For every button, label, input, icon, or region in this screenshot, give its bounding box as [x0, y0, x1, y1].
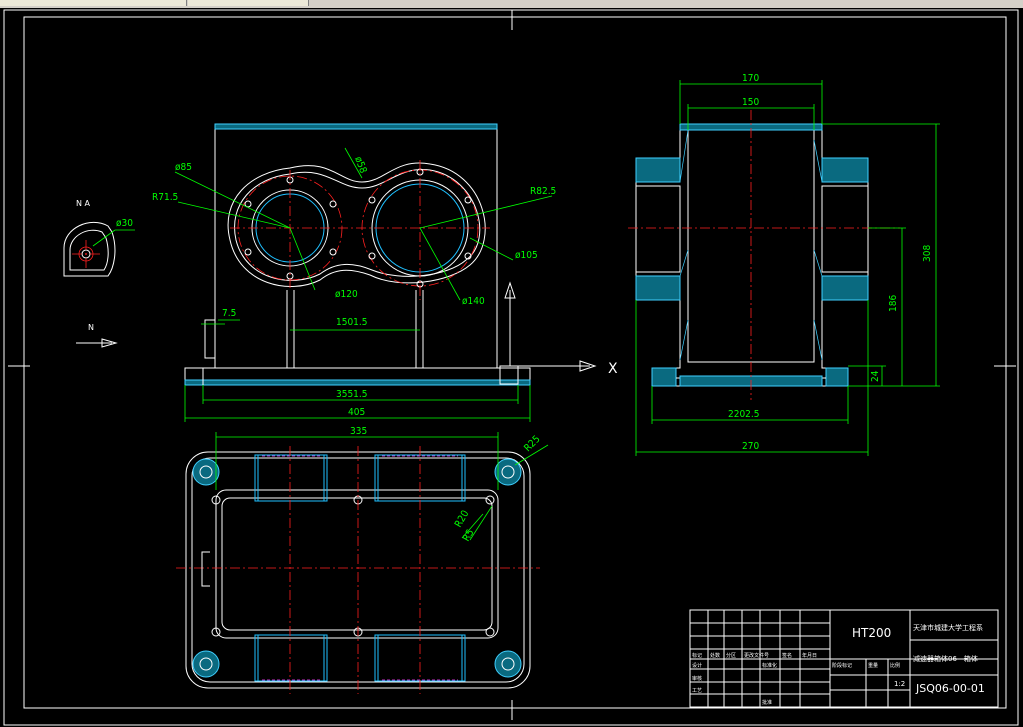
arrow-n-label: N [88, 323, 94, 332]
sheet-inner-border [23, 16, 1007, 709]
title-stage: 阶段标记 [832, 662, 852, 669]
title-row-process: 工艺 [692, 688, 702, 694]
title-row-approve: 批准 [762, 699, 772, 706]
dim-24: 24 [870, 370, 881, 382]
title-company: 天津市城建大学工程系 [913, 623, 983, 632]
title-col-mark: 标记 [692, 652, 702, 659]
title-col-zone: 分区 [726, 652, 736, 659]
dim-d105: ø105 [515, 250, 538, 261]
dim-r5: R5 [461, 528, 477, 544]
title-material: HT200 [852, 626, 891, 640]
title-part-name: 减速器箱体06 - 箱体 [913, 654, 978, 663]
dim-r71-5: R71.5 [152, 192, 178, 203]
dim-r82-5: R82.5 [530, 186, 556, 197]
title-row-check: 审核 [692, 675, 702, 682]
axis-x-label: X [608, 361, 618, 377]
title-scale: 比例 [890, 662, 900, 669]
dim-220: 2202.5 [728, 409, 759, 420]
dim-center-distance: 1501.5 [336, 317, 367, 328]
detail-view-label: N A [76, 199, 91, 208]
sheet-center-marks [8, 10, 1016, 720]
dim-270: 270 [742, 441, 759, 452]
dim-186: 186 [888, 295, 899, 312]
title-col-signature: 签名 [782, 652, 792, 659]
dim-d120: ø120 [335, 289, 358, 300]
title-row-standard: 标准化 [762, 662, 777, 669]
title-col-date: 年月日 [802, 652, 817, 659]
dim-405: 405 [348, 407, 365, 418]
dim-d30: ø30 [116, 218, 133, 229]
dim-170: 170 [742, 73, 759, 84]
title-weight: 重量 [868, 662, 878, 669]
dim-d58: ø58 [352, 155, 368, 175]
top-view [176, 432, 549, 694]
title-drawing-number: JSQ06-00-01 [915, 682, 985, 695]
dim-d140: ø140 [462, 296, 485, 307]
dim-r25: R25 [522, 434, 542, 454]
dim-308: 308 [922, 245, 933, 262]
title-scale-value: 1:2 [894, 680, 905, 688]
dim-d85: ø85 [175, 162, 192, 173]
dim-355: 3551.5 [336, 389, 367, 400]
cad-drawing-canvas[interactable]: ø85 R71.5 ø58 R82.5 ø105 ø120 ø140 7.5 1… [0, 0, 1023, 727]
dim-335: 335 [350, 426, 367, 437]
side-view-section [628, 80, 940, 456]
detail-view-n [63, 221, 135, 348]
title-row-design: 设计 [692, 662, 702, 669]
dim-r20: R20 [453, 508, 472, 529]
dim-7-5: 7.5 [222, 308, 236, 319]
dim-150-side: 150 [742, 97, 759, 108]
front-view [174, 123, 597, 422]
title-col-change-doc: 更改文件号 [744, 652, 769, 659]
title-col-count: 处数 [710, 652, 720, 659]
